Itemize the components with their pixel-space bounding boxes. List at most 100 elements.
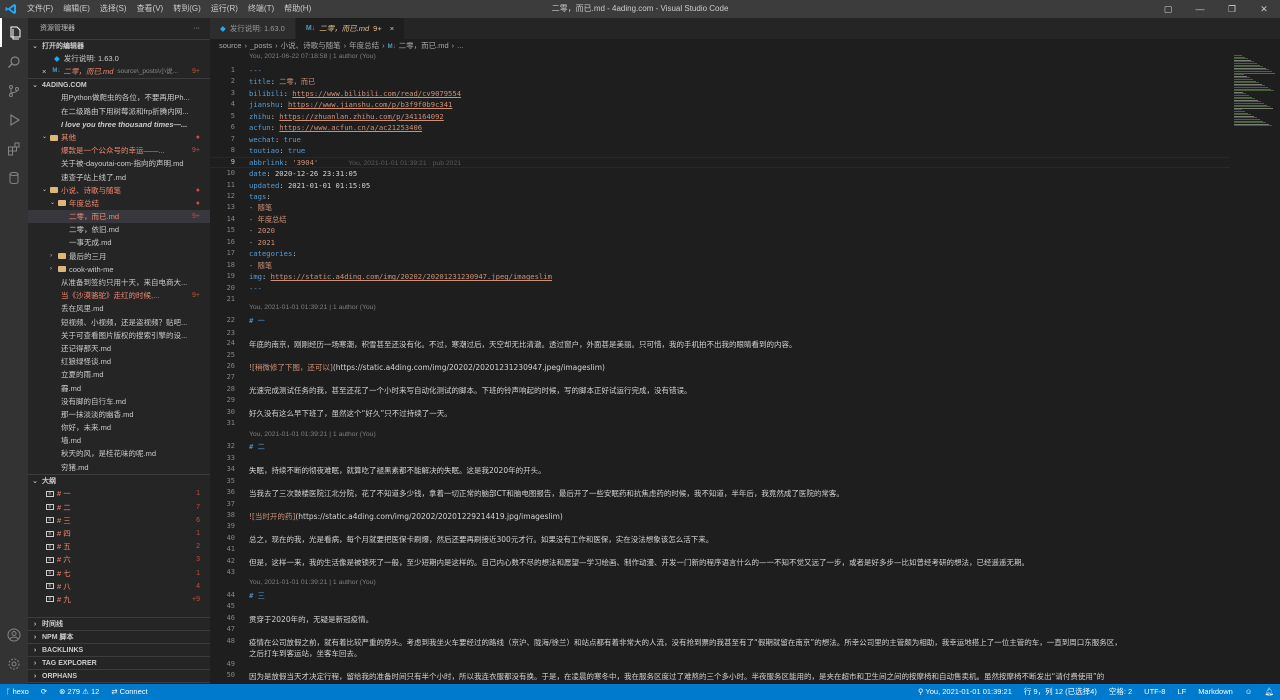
outline-item[interactable]: ≡ # 三 6 [28,514,210,527]
encoding[interactable]: UTF-8 [1138,684,1171,700]
outline-item[interactable]: ≡ # 八 4 [28,580,210,593]
indentation[interactable]: 空格: 2 [1103,684,1138,700]
tree-folder[interactable]: ⌄ 其他 ● [28,131,210,144]
open-editor-item[interactable]: × M↓ 二零，而已.md source\_posts\小说... 9+ [28,65,210,78]
eol[interactable]: LF [1171,684,1192,700]
breadcrumb-item[interactable]: source [219,41,242,50]
tree-file[interactable]: 二零，依旧.md [28,223,210,236]
outline-item[interactable]: ≡ # 四 1 [28,527,210,540]
tree-file[interactable]: 丢在风里.md [28,302,210,315]
connect-button[interactable]: ⇄ Connect [105,684,153,700]
tree-folder[interactable]: ⌄ 小说、诗歌与随笔 ● [28,184,210,197]
search-icon[interactable] [0,47,28,76]
heading-icon: ≡ [46,596,54,603]
tree-file[interactable]: 红狼绿怪谈.md [28,355,210,368]
open-editors-header[interactable]: ⌄ 打开的编辑器 [28,39,210,52]
tree-folder[interactable]: › 最后的三月 [28,250,210,263]
more-actions-icon[interactable]: ··· [193,18,200,39]
tree-file[interactable]: 墙.md [28,434,210,447]
problems-indicator[interactable]: ⊗ 279 ⚠ 12 [53,684,105,700]
account-icon[interactable] [0,620,28,649]
outline-item[interactable]: ≡ # 一 1 [28,487,210,500]
source-control-icon[interactable] [0,76,28,105]
blame-status[interactable]: ⚲ You, 2021-01-01 01:39:21 [912,684,1018,700]
layout-icon[interactable]: ▢ [1152,0,1184,18]
blame-annotation[interactable]: You, 2021-01-01 01:39:21 | 1 author (You… [249,304,376,311]
breadcrumb-item[interactable]: 二零，而已.md [399,41,449,50]
outline-item[interactable]: ≡ # 七 1 [28,567,210,580]
tree-file[interactable]: 秋天的风，是桂花味的呢.md [28,447,210,460]
tree-file[interactable]: 关于被-dayoutai-com-指向的声明.md [28,157,210,170]
database-icon[interactable] [0,163,28,192]
tree-file[interactable]: 还记得那天.md [28,342,210,355]
menu-item[interactable]: 终端(T) [243,0,279,18]
tree-file[interactable]: 穷猪.md [28,461,210,474]
open-editor-item[interactable]: ◆ 发行说明: 1.63.0 [28,52,210,65]
run-debug-icon[interactable] [0,105,28,134]
menu-item[interactable]: 运行(R) [206,0,243,18]
section-header[interactable]: › 时间线 [28,617,210,630]
sync-icon[interactable]: ⟳ [35,684,53,700]
tab-release-notes[interactable]: ◆ 发行说明: 1.63.0 [210,18,296,39]
tree-file[interactable]: 没有脚的自行车.md [28,395,210,408]
menu-item[interactable]: 帮助(H) [279,0,316,18]
tree-file[interactable]: 短视频、小视频，还是盗视频？贴吧... [28,316,210,329]
menu-item[interactable]: 转到(G) [168,0,206,18]
outline-header[interactable]: ⌄ 大纲 [28,474,210,487]
breadcrumb-item[interactable]: 小说、诗歌与随笔 [281,41,341,50]
breadcrumb-item[interactable]: ... [457,41,463,50]
outline-item[interactable]: ≡ # 九 +9 [28,593,210,606]
tree-file[interactable]: 在二级路由下用树莓派和frp折腾内网... [28,105,210,118]
menu-item[interactable]: 编辑(E) [58,0,95,18]
tree-file[interactable]: 一事无成.md [28,236,210,249]
section-header[interactable]: › BACKLINKS [28,643,210,656]
breadcrumb-item[interactable]: _posts [250,41,272,50]
blame-annotation[interactable]: You, 2021-01-01 01:39:21 | 1 author (You… [249,579,376,586]
tree-file[interactable]: 二零，而已.md 9+ [28,210,210,224]
tree-file[interactable]: 关于可查看图片版权的搜索引擎的设... [28,329,210,342]
explorer-icon[interactable] [0,18,28,47]
close-icon[interactable]: × [42,65,46,78]
tree-file[interactable]: 霾.md [28,382,210,395]
feedback-icon[interactable]: ☺ [1239,684,1259,700]
tree-file[interactable]: 用Python做爬虫的各位，不要再用Ph... [28,91,210,104]
tree-file[interactable]: 从准备到签约只用十天，来自电商大... [28,276,210,289]
branch-indicator[interactable]: ᚴ hexo [0,684,35,700]
close-window-button[interactable]: ✕ [1248,0,1280,18]
blame-annotation[interactable]: You, 2021-01-01 01:39:21 | 1 author (You… [249,431,376,438]
tree-file[interactable]: 那一抹淡淡的幽香.md [28,408,210,421]
tree-file[interactable]: 当《沙漠骆驼》走红的时候,... 9+ [28,289,210,302]
blame-annotation[interactable]: You, 2021-06-22 07:18:58 | 1 author (You… [249,53,376,60]
menu-item[interactable]: 文件(F) [22,0,58,18]
outline-item[interactable]: ≡ # 六 3 [28,553,210,566]
tree-file[interactable]: 速查子站上线了.md [28,171,210,184]
editor-content[interactable]: You, 2021-06-22 07:18:58 | 1 author (You… [210,53,1230,684]
breadcrumb-item[interactable]: M↓ [388,44,396,50]
notifications-icon[interactable]: 🔔︎ [1258,684,1280,700]
section-header[interactable]: › NPM 脚本 [28,630,210,643]
section-header[interactable]: › TAG EXPLORER [28,656,210,669]
settings-gear-icon[interactable] [0,649,28,678]
outline-item[interactable]: ≡ # 二 7 [28,501,210,514]
menu-item[interactable]: 选择(S) [95,0,132,18]
minimap[interactable] [1230,53,1280,684]
minimize-button[interactable]: — [1184,0,1216,18]
cursor-position[interactable]: 行 9，列 12 (已选择4) [1018,684,1103,700]
tree-file[interactable]: 爆款是一个公众号的幸运——... 9+ [28,144,210,157]
section-header[interactable]: › ORPHANS [28,669,210,682]
tree-folder[interactable]: ⌄ 年度总结 ● [28,197,210,210]
tree-folder[interactable]: › cook-with-me [28,263,210,276]
menu-item[interactable]: 查看(V) [132,0,169,18]
workspace-header[interactable]: ⌄ 4ADING.COM [28,78,210,91]
extensions-icon[interactable] [0,134,28,163]
tree-file[interactable]: 你好，未来.md [28,421,210,434]
breadcrumb-item[interactable]: 年度总结 [349,41,379,50]
outline-item[interactable]: ≡ # 五 2 [28,540,210,553]
language-mode[interactable]: Markdown [1192,684,1239,700]
tab-current-file[interactable]: M↓ 二零，而已.md 9+ × [295,18,406,39]
tab-close-icon[interactable]: × [390,18,394,39]
tree-file[interactable]: I love you three thousand times—... [28,118,210,131]
restore-button[interactable]: ❐ [1216,0,1248,18]
branch-name: hexo [12,687,29,696]
tree-file[interactable]: 立夏的雨.md [28,368,210,381]
